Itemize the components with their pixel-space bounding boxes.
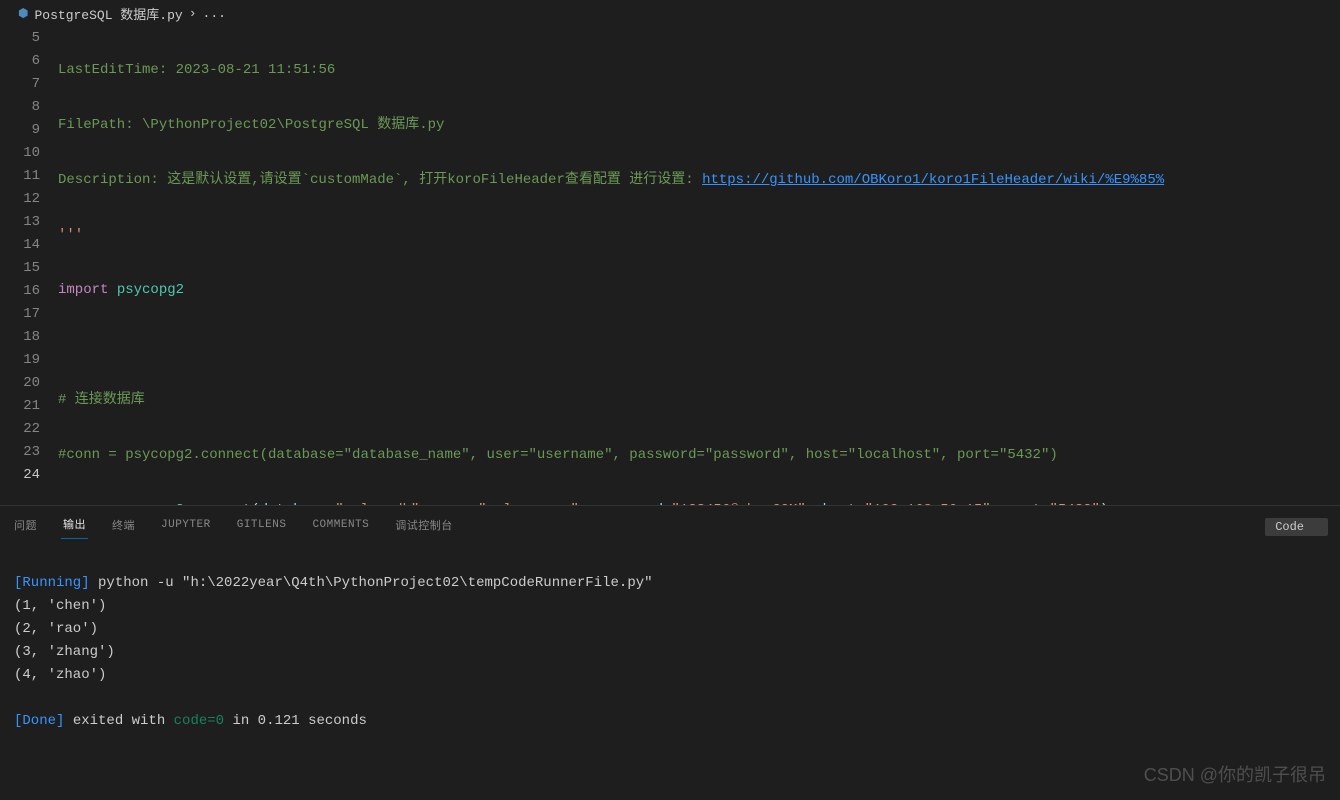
code-line: #conn = psycopg2.connect(database="datab…	[58, 444, 1340, 467]
tab-comments[interactable]: COMMENTS	[310, 517, 371, 537]
tab-output[interactable]: 输出	[61, 514, 88, 539]
code-line: # 连接数据库	[58, 389, 1340, 412]
tab-debug-console[interactable]: 调试控制台	[393, 515, 455, 539]
breadcrumb-more[interactable]: ...	[203, 6, 226, 21]
line-number: 13	[0, 211, 40, 234]
line-number: 17	[0, 303, 40, 326]
tab-terminal[interactable]: 终端	[110, 515, 137, 539]
line-number: 22	[0, 418, 40, 441]
line-number: 9	[0, 119, 40, 142]
line-number: 24	[0, 464, 40, 487]
code-editor[interactable]: 56789101112131415161718192021222324 Last…	[0, 27, 1340, 505]
line-number: 15	[0, 257, 40, 280]
line-number-gutter: 56789101112131415161718192021222324	[0, 27, 58, 505]
breadcrumb-sep: ›	[189, 6, 197, 21]
line-number: 7	[0, 73, 40, 96]
line-number: 6	[0, 50, 40, 73]
breadcrumb-file[interactable]: PostgreSQL 数据库.py	[34, 4, 182, 23]
tab-jupyter[interactable]: JUPYTER	[159, 517, 213, 537]
python-icon: ⬢	[18, 6, 28, 21]
tab-gitlens[interactable]: GITLENS	[235, 517, 289, 537]
breadcrumb[interactable]: ⬢ PostgreSQL 数据库.py › ...	[0, 0, 1340, 27]
code-line: import psycopg2	[58, 279, 1340, 302]
line-number: 20	[0, 372, 40, 395]
line-number: 10	[0, 142, 40, 165]
panel-tabs: 问题 输出 终端 JUPYTER GITLENS COMMENTS 调试控制台 …	[0, 506, 1340, 543]
line-number: 21	[0, 395, 40, 418]
code-line: FilePath: \PythonProject02\PostgreSQL 数据…	[58, 114, 1340, 137]
line-number: 18	[0, 326, 40, 349]
line-number: 14	[0, 234, 40, 257]
line-number: 5	[0, 27, 40, 50]
tab-problems[interactable]: 问题	[12, 515, 39, 539]
output-content[interactable]: [Running] python -u "h:\2022year\Q4th\Py…	[0, 543, 1340, 762]
line-number: 19	[0, 349, 40, 372]
code-line: Description: 这是默认设置,请设置`customMade`, 打开k…	[58, 169, 1340, 192]
output-channel-select[interactable]: Code	[1265, 518, 1328, 536]
code-line: '''	[58, 224, 1340, 247]
line-number: 8	[0, 96, 40, 119]
line-number: 11	[0, 165, 40, 188]
line-number: 23	[0, 441, 40, 464]
watermark: CSDN @你的凯子很吊	[1144, 761, 1326, 787]
bottom-panel: 问题 输出 终端 JUPYTER GITLENS COMMENTS 调试控制台 …	[0, 505, 1340, 800]
line-number: 12	[0, 188, 40, 211]
code-line: LastEditTime: 2023-08-21 11:51:56	[58, 59, 1340, 82]
code-area[interactable]: LastEditTime: 2023-08-21 11:51:56 FilePa…	[58, 27, 1340, 505]
code-line: conn = psycopg2.connect(database="sales_…	[58, 499, 1340, 505]
code-line	[58, 334, 1340, 357]
url-link[interactable]: https://github.com/OBKoro1/koro1FileHead…	[702, 172, 1164, 188]
line-number: 16	[0, 280, 40, 303]
